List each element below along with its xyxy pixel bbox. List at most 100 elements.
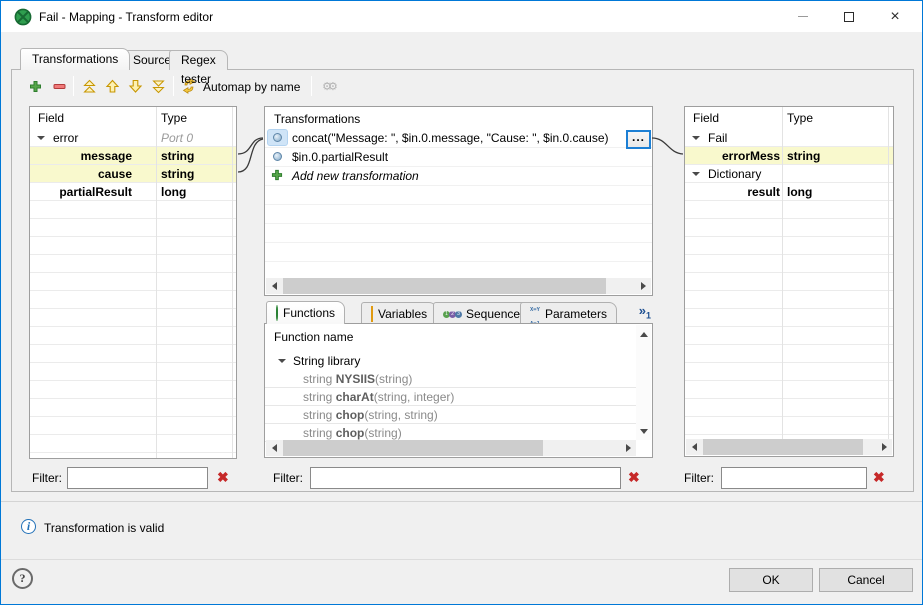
add-new-transformation[interactable]: Add new transformation: [265, 167, 652, 185]
ok-button[interactable]: OK: [729, 568, 813, 592]
filter-label: Filter:: [684, 471, 714, 485]
overflow-count: 1: [646, 311, 651, 321]
column-divider: [888, 107, 889, 439]
minimize-button[interactable]: [780, 1, 826, 32]
maximize-button[interactable]: [826, 1, 872, 32]
field-row-error[interactable]: error Port 0: [30, 129, 236, 146]
function-row-chop[interactable]: string chop(string, string): [265, 406, 636, 424]
close-icon: ×: [890, 8, 899, 26]
automap-label[interactable]: Automap by name: [203, 80, 300, 94]
field-row-dictionary[interactable]: Dictionary: [685, 165, 893, 182]
scroll-up-icon[interactable]: [636, 327, 651, 341]
type-column-header: Type: [787, 111, 813, 125]
chevron-down-icon[interactable]: [278, 359, 286, 363]
toolbar-separator: [73, 76, 74, 96]
chevron-down-icon[interactable]: [692, 136, 700, 140]
column-divider: [782, 107, 783, 439]
minimize-icon: [798, 16, 808, 17]
horizontal-scrollbar[interactable]: [266, 278, 651, 294]
field-name: Dictionary: [708, 167, 761, 181]
scroll-left-icon[interactable]: [686, 439, 702, 455]
scrollbar-thumb[interactable]: [703, 439, 863, 455]
plus-icon: [29, 80, 42, 93]
settings-button-disabled: ⚙⚙: [318, 76, 338, 96]
transformation-list: concat("Message: ", $in.0.message, "Caus…: [265, 129, 652, 278]
tab-label: Sequences: [466, 307, 526, 321]
field-type: Port 0: [161, 131, 193, 145]
filter-label: Filter:: [273, 471, 303, 485]
edit-transformation-button[interactable]: ...: [626, 130, 651, 149]
filter-clear-icon[interactable]: ✖: [628, 469, 640, 486]
plus-icon: [271, 169, 283, 184]
chevron-down-icon[interactable]: [692, 172, 700, 176]
close-button[interactable]: ×: [872, 1, 918, 32]
filter-clear-icon[interactable]: ✖: [217, 469, 229, 486]
tab-transformations[interactable]: Transformations: [20, 48, 130, 70]
scroll-right-icon[interactable]: [620, 440, 636, 456]
scrollbar-thumb[interactable]: [283, 440, 543, 456]
tab-overflow-indicator[interactable]: »1: [639, 303, 651, 321]
field-row-errormess[interactable]: errorMessstring: [685, 147, 893, 164]
tab-parameters[interactable]: X=YA=1Parameters: [520, 302, 617, 324]
transformation-row-1[interactable]: $in.0.partialResult: [265, 148, 652, 166]
function-row-charat[interactable]: string charAt(string, integer): [265, 388, 636, 406]
toolbar-separator: [173, 76, 174, 96]
scroll-right-icon[interactable]: [635, 278, 651, 294]
scroll-left-icon[interactable]: [266, 440, 282, 456]
gears-icon: ⚙⚙: [322, 80, 334, 93]
field-row-fail[interactable]: Fail: [685, 129, 893, 146]
filter-input-left[interactable]: [67, 467, 208, 489]
transformation-radio-icon[interactable]: [273, 152, 282, 161]
field-name: error: [53, 131, 78, 145]
field-row-result[interactable]: resultlong: [685, 183, 893, 200]
field-name: cause: [30, 167, 132, 181]
field-row-partialresult[interactable]: partialResultlong: [30, 183, 236, 200]
function-list: string NYSIIS(string)string charAt(strin…: [265, 370, 636, 442]
tab-variables[interactable]: Variables: [361, 302, 437, 324]
table-body: error Port 0 message string cause string parti…: [30, 129, 236, 458]
filter-input-middle[interactable]: [310, 467, 621, 489]
tab-regex-tester[interactable]: Regex tester: [169, 50, 228, 70]
filter-input-right[interactable]: [721, 467, 867, 489]
function-group-label[interactable]: String library: [293, 354, 360, 368]
double-chevron-down-icon: [151, 79, 166, 94]
field-row-cause[interactable]: cause string: [30, 165, 236, 182]
move-bottom-button[interactable]: [148, 76, 168, 96]
add-button[interactable]: [25, 76, 45, 96]
remove-button[interactable]: [49, 76, 69, 96]
vertical-scrollbar[interactable]: [636, 325, 651, 440]
scroll-down-icon[interactable]: [636, 424, 651, 438]
field-type: string: [161, 149, 194, 163]
status-message: Transformation is valid: [44, 521, 164, 535]
move-down-button[interactable]: [125, 76, 145, 96]
transformation-radio-icon[interactable]: [273, 133, 282, 142]
function-row-nysiis[interactable]: string NYSIIS(string): [265, 370, 636, 388]
field-name: result: [685, 185, 780, 199]
transformations-header: Transformations: [274, 112, 360, 126]
scroll-right-icon[interactable]: [876, 439, 892, 455]
field-name: message: [30, 149, 132, 163]
chevron-down-icon[interactable]: [37, 136, 45, 140]
move-top-button[interactable]: [79, 76, 99, 96]
move-up-button[interactable]: [102, 76, 122, 96]
type-column-header: Type: [161, 111, 187, 125]
scrollbar-thumb[interactable]: [283, 278, 606, 294]
horizontal-scrollbar[interactable]: [266, 440, 636, 456]
filter-clear-icon[interactable]: ✖: [873, 469, 885, 486]
table-header: Field Type: [30, 107, 236, 128]
field-type: string: [161, 167, 194, 181]
horizontal-scrollbar[interactable]: [686, 439, 892, 455]
table-header: Field Type: [685, 107, 893, 128]
scroll-left-icon[interactable]: [266, 278, 282, 294]
help-icon[interactable]: ?: [12, 568, 33, 589]
tab-functions[interactable]: Functions: [266, 301, 345, 324]
field-row-message[interactable]: message string: [30, 147, 236, 164]
function-signature: string chop(string): [303, 426, 402, 440]
cancel-button[interactable]: Cancel: [819, 568, 913, 592]
field-name: partialResult: [30, 185, 132, 199]
add-new-transformation-label: Add new transformation: [292, 169, 419, 183]
field-column-header: Field: [38, 111, 64, 125]
field-name: errorMess: [685, 149, 780, 163]
output-fields-table: Field Type FailerrorMessstring Dictionary…: [684, 106, 894, 457]
transformation-row-0[interactable]: concat("Message: ", $in.0.message, "Caus…: [265, 129, 652, 147]
